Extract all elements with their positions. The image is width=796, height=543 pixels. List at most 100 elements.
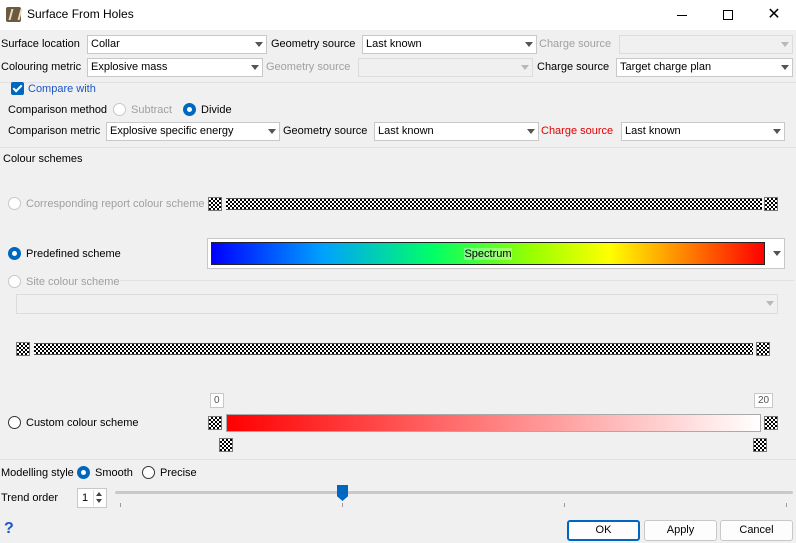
- ok-button[interactable]: OK: [567, 520, 640, 541]
- color-stop-handle[interactable]: [208, 416, 222, 430]
- maximize-button[interactable]: [705, 0, 751, 30]
- chevron-down-icon: [781, 65, 789, 70]
- spectrum-ramp: Spectrum: [211, 242, 765, 265]
- chevron-down-icon: [527, 129, 535, 134]
- corresponding-color-ramp: [226, 198, 762, 210]
- slider-tick: [342, 503, 343, 507]
- site-scheme-select[interactable]: [16, 294, 778, 314]
- geometry-source-label-3: Geometry source: [283, 125, 368, 137]
- color-stop-handle[interactable]: [764, 416, 778, 430]
- chevron-down-icon: [766, 301, 774, 306]
- precise-label: Precise: [160, 467, 197, 479]
- charge-source-select-3[interactable]: Last known: [621, 122, 785, 141]
- divider: [120, 280, 794, 281]
- geometry-source-value-3: Last known: [378, 125, 434, 137]
- help-icon[interactable]: ?: [4, 520, 14, 538]
- corresponding-scheme-radio[interactable]: [8, 197, 21, 210]
- slider-tick: [786, 503, 787, 507]
- minimize-icon: [677, 14, 687, 16]
- divide-radio[interactable]: [183, 103, 196, 116]
- close-button[interactable]: ✕: [751, 0, 796, 30]
- window-title: Surface From Holes: [27, 7, 134, 21]
- comparison-metric-value: Explosive specific energy: [110, 125, 234, 137]
- site-color-ramp: [34, 343, 753, 355]
- charge-source-value-3: Last known: [625, 125, 681, 137]
- color-stop-handle[interactable]: [16, 342, 30, 356]
- color-stop-handle[interactable]: [219, 438, 233, 452]
- corresponding-scheme-label: Corresponding report colour scheme: [26, 198, 205, 210]
- charge-source-select[interactable]: [619, 35, 793, 54]
- color-stop-handle[interactable]: [208, 197, 222, 211]
- smooth-radio[interactable]: [77, 466, 90, 479]
- colouring-metric-value: Explosive mass: [91, 61, 168, 73]
- charge-source-select-2[interactable]: Target charge plan: [616, 58, 793, 77]
- geometry-source-label-2: Geometry source: [266, 61, 351, 73]
- chevron-down-icon: [773, 129, 781, 134]
- color-stop-handle[interactable]: [756, 342, 770, 356]
- charge-source-label: Charge source: [539, 38, 612, 50]
- custom-scheme-label: Custom colour scheme: [26, 417, 139, 429]
- divide-label: Divide: [201, 104, 232, 116]
- chevron-down-icon: [781, 42, 789, 47]
- close-icon: ✕: [767, 6, 781, 23]
- custom-max-value[interactable]: 20: [754, 393, 774, 408]
- trend-order-slider-thumb[interactable]: [337, 485, 348, 501]
- charge-source-label-2: Charge source: [537, 61, 610, 73]
- smooth-label: Smooth: [95, 467, 133, 479]
- trend-order-spinner[interactable]: 1: [77, 488, 107, 508]
- spin-arrows[interactable]: [93, 490, 105, 506]
- divider: [0, 459, 796, 460]
- trend-order-label: Trend order: [1, 492, 59, 504]
- modelling-style-label: Modelling style: [1, 467, 74, 479]
- geometry-source-label: Geometry source: [271, 38, 356, 50]
- colouring-metric-select[interactable]: Explosive mass: [87, 58, 263, 77]
- chevron-down-icon: [268, 129, 276, 134]
- comparison-metric-select[interactable]: Explosive specific energy: [106, 122, 280, 141]
- custom-scheme-radio[interactable]: [8, 416, 21, 429]
- comparison-method-label: Comparison method: [8, 104, 108, 116]
- colour-schemes-label: Colour schemes: [3, 153, 83, 165]
- color-stop-handle[interactable]: [753, 438, 767, 452]
- site-scheme-radio[interactable]: [8, 275, 21, 288]
- chevron-down-icon: [255, 42, 263, 47]
- geometry-source-select-2[interactable]: [358, 58, 533, 77]
- slider-tick: [120, 503, 121, 507]
- predefined-scheme-select[interactable]: Spectrum: [207, 238, 785, 269]
- compare-with-checkbox[interactable]: [11, 82, 24, 95]
- custom-min-value[interactable]: 0: [210, 393, 224, 408]
- chevron-down-icon: [521, 65, 529, 70]
- geometry-source-value: Last known: [366, 38, 422, 50]
- colouring-metric-label: Colouring metric: [1, 61, 82, 73]
- geometry-source-select[interactable]: Last known: [362, 35, 537, 54]
- divider: [0, 82, 796, 83]
- predefined-scheme-value: Spectrum: [464, 247, 512, 260]
- predefined-scheme-radio[interactable]: [8, 247, 21, 260]
- chevron-down-icon[interactable]: [96, 499, 102, 503]
- comparison-metric-label: Comparison metric: [8, 125, 101, 137]
- subtract-label: Subtract: [131, 104, 172, 116]
- app-icon: [6, 7, 21, 22]
- chevron-down-icon: [251, 65, 259, 70]
- slider-tick: [564, 503, 565, 507]
- trend-order-slider-track[interactable]: [115, 491, 793, 494]
- color-stop-handle[interactable]: [764, 197, 778, 211]
- surface-location-label: Surface location: [1, 38, 80, 50]
- trend-order-value: 1: [82, 492, 89, 504]
- surface-location-value: Collar: [91, 38, 120, 50]
- compare-with-label[interactable]: Compare with: [28, 83, 96, 95]
- geometry-source-select-3[interactable]: Last known: [374, 122, 539, 141]
- chevron-down-icon: [773, 251, 781, 256]
- surface-location-select[interactable]: Collar: [87, 35, 267, 54]
- minimize-button[interactable]: [659, 0, 705, 30]
- precise-radio[interactable]: [142, 466, 155, 479]
- predefined-scheme-label: Predefined scheme: [26, 248, 121, 260]
- chevron-down-icon: [525, 42, 533, 47]
- site-scheme-label: Site colour scheme: [26, 276, 120, 288]
- chevron-up-icon[interactable]: [96, 492, 102, 496]
- cancel-button[interactable]: Cancel: [720, 520, 793, 541]
- charge-source-value-2: Target charge plan: [620, 61, 712, 73]
- subtract-radio[interactable]: [113, 103, 126, 116]
- charge-source-label-3: Charge source: [541, 125, 614, 137]
- custom-color-ramp: [226, 414, 761, 432]
- apply-button[interactable]: Apply: [644, 520, 717, 541]
